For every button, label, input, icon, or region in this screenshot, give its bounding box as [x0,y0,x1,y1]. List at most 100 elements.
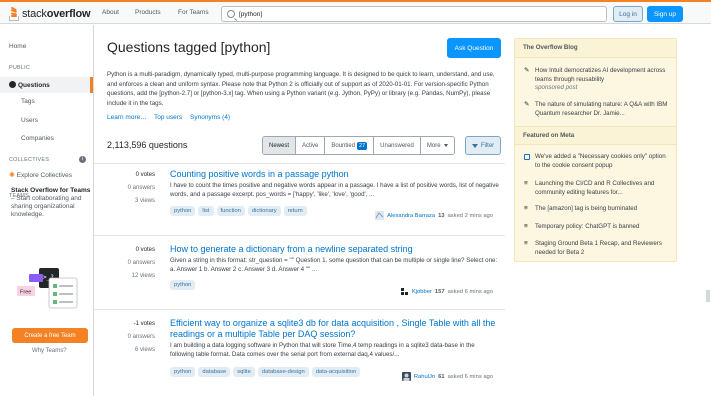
teams-illustration: >_? Free [17,268,78,309]
filter-more[interactable]: More [420,137,454,154]
blog-item[interactable]: ✎ The nature of simulating nature: A Q&A… [524,101,672,118]
answer-count: 0 answers [127,260,155,266]
filter-icon [471,143,478,148]
avatar[interactable] [375,211,385,220]
stackoverflow-logo[interactable]: stackoverflow [8,5,91,22]
teams-title: Stack Overflow for Teams [11,187,91,194]
top-bar: stackoverflow About Products For Teams L… [0,0,711,24]
stack-icon: ≡ [524,240,528,247]
sort-filters: Newest Active Bountied 27 Unanswered More [262,136,455,155]
meta-heading: Featured on Meta [515,126,676,145]
chat-icon [524,154,530,160]
question-summary: 0 votes 0 answers 12 views How to genera… [94,235,505,309]
sidebar-item-explore-collectives[interactable]: ✺ Explore Collectives [9,171,72,179]
user-name[interactable]: Kjobber [412,289,432,295]
bountied-count-badge: 27 [357,141,368,150]
meta-item[interactable]: ≡ Temporary policy: ChatGPT is banned [524,223,672,232]
globe-icon [9,81,16,88]
question-excerpt: I have to count the times positive and n… [170,182,499,198]
tag-sqlite[interactable]: sqlite [233,367,255,377]
pencil-icon: ✎ [524,67,530,74]
tag-function[interactable]: function [216,206,245,216]
question-title[interactable]: Counting positive words in a passage pyt… [170,169,500,180]
vote-count: 0 votes [135,247,155,253]
question-title[interactable]: Efficient way to organize a sqlite3 db f… [170,318,500,340]
ask-question-button[interactable]: Ask Question [447,38,501,58]
page-title: Questions tagged [python] [107,39,271,55]
sidebar-heading-collectives: COLLECTIVES [9,157,50,163]
sidebar-heading-public: PUBLIC [9,65,31,71]
login-button[interactable]: Log in [613,6,643,22]
sidebar-item-tags[interactable]: Tags [21,98,35,105]
answer-count: 0 answers [127,185,155,191]
question-excerpt: I am building a data logging software in… [170,342,475,358]
question-count: 2,113,596 questions [107,140,188,150]
user-reputation: 157 [434,288,445,295]
overflow-blog-widget: The Overflow Blog ✎ How Intuit democrati… [514,38,677,262]
view-count: 6 views [134,347,155,353]
asked-time: asked 6 mins ago [447,373,493,380]
sidebar-item-companies[interactable]: Companies [21,135,54,142]
info-icon[interactable]: i [79,156,86,163]
tag-data-acquisition[interactable]: data-acquisition [311,367,361,377]
vote-count: -1 votes [133,321,155,327]
avatar[interactable] [399,287,409,296]
stack-icon: ≡ [524,180,528,187]
tag-description: Python is a multi-paradigm, dynamically … [107,71,495,107]
tag-return[interactable]: return [283,206,307,216]
teams-promo: Stack Overflow for Teams – Start collabo… [11,186,91,219]
filter-button[interactable]: Filter [465,136,501,155]
search-box[interactable] [221,6,607,22]
filter-bountied[interactable]: Bountied 27 [325,137,375,154]
meta-item[interactable]: ≡ The [amazon] tag is being burninated [524,205,672,214]
free-label: Free [20,290,31,296]
blog-item[interactable]: ✎ How Intuit democratizes AI development… [524,67,672,93]
stackoverflow-logo-icon [8,6,20,21]
question-summary: 0 votes 0 answers 3 views Counting posit… [94,163,505,235]
filter-newest[interactable]: Newest [263,137,297,154]
search-input[interactable] [239,10,579,18]
tag-dictionary[interactable]: dictionary [247,206,281,216]
create-team-button[interactable]: Create a free Team [12,328,88,343]
sidebar-item-users[interactable]: Users [21,117,38,124]
user-card: RahulJn 61 asked 6 mins ago [401,372,493,381]
tag-python[interactable]: python [170,206,196,216]
sidebar-item-home[interactable]: Home [9,43,26,50]
question-title[interactable]: How to generate a dictionary from a newl… [170,244,500,255]
filter-unanswered[interactable]: Unanswered [374,137,421,154]
sidebar-item-label: Questions [18,82,50,89]
why-teams-link[interactable]: Why Teams? [32,348,67,354]
nav-for-teams[interactable]: For Teams [178,9,209,16]
user-reputation: 61 [438,373,445,380]
meta-item[interactable]: ≡ Launching the CI/CD and R Collectives … [524,180,672,197]
tag-list[interactable]: list [198,206,214,216]
search-icon [227,10,235,18]
learn-more-link[interactable]: Learn more… [107,114,147,121]
signup-button[interactable]: Sign up [647,6,683,22]
nav-products[interactable]: Products [135,9,161,16]
blog-heading: The Overflow Blog [515,39,676,58]
top-users-link[interactable]: Top users [154,114,182,121]
answer-count: 0 answers [127,334,155,340]
view-count: 12 views [131,273,155,279]
user-name[interactable]: Alexandra Barraza [387,213,435,219]
scrollbar[interactable] [706,290,710,302]
meta-item[interactable]: ≡ Staging Ground Beta 1 Recap, and Revie… [524,240,672,257]
view-count: 3 views [134,198,155,204]
synonyms-link[interactable]: Synonyms (4) [190,114,230,121]
meta-item[interactable]: We've added a "Necessary cookies only" o… [524,153,672,170]
tag-database-design[interactable]: database-design [257,367,309,377]
user-card: Alexandra Barraza 13 asked 2 mins ago [375,211,493,220]
avatar[interactable] [401,372,411,381]
tag-database[interactable]: database [198,367,231,377]
user-reputation: 13 [438,212,445,219]
stack-icon: ≡ [524,223,528,230]
user-name[interactable]: RahulJn [414,374,435,380]
filter-active[interactable]: Active [296,137,326,154]
user-card: Kjobber 157 asked 6 mins ago [399,287,493,296]
tag-python[interactable]: python [170,367,196,377]
collectives-icon: ✺ [9,172,15,179]
question-excerpt: Given a string in this format: str_quest… [170,257,498,273]
nav-about[interactable]: About [102,9,119,16]
tag-python[interactable]: python [170,280,196,290]
